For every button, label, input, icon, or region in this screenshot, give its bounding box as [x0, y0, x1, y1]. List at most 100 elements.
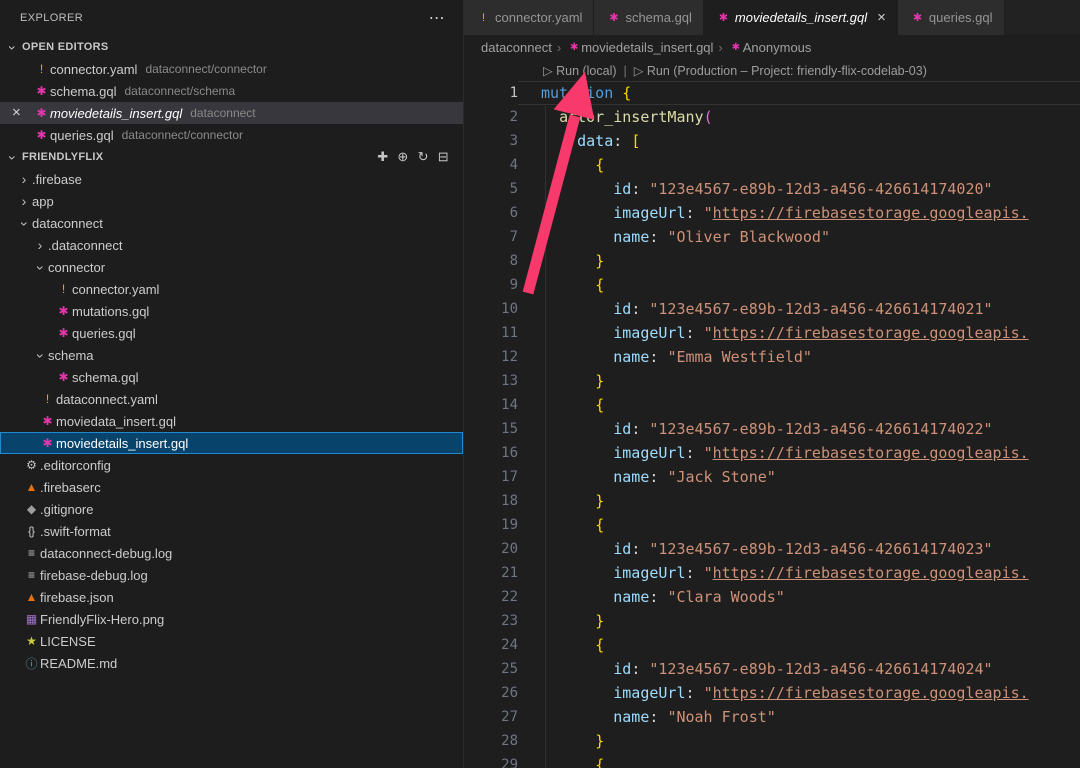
tab-moviedetails_insert.gql[interactable]: ✱moviedetails_insert.gql× [704, 0, 898, 35]
code-editor[interactable]: 1mutation {2 actor_insertMany(3 data: [4… [464, 81, 1080, 768]
code-line[interactable]: 12 name: "Emma Westfield" [464, 345, 1080, 369]
tree-file-FriendlyFlix-Hero.png[interactable]: ▦FriendlyFlix-Hero.png [0, 608, 463, 630]
tree-file-LICENSE[interactable]: ★LICENSE [0, 630, 463, 652]
code-line[interactable]: 23 } [464, 609, 1080, 633]
code-line[interactable]: 25 id: "123e4567-e89b-12d3-a456-42661417… [464, 657, 1080, 681]
open-editor-item-moviedetails_insert.gql[interactable]: ×✱moviedetails_insert.gqldataconnect [0, 102, 463, 124]
file-name: .firebase [32, 172, 82, 187]
code-line[interactable]: 13 } [464, 369, 1080, 393]
code-line[interactable]: 16 imageUrl: "https://firebasestorage.go… [464, 441, 1080, 465]
code-line[interactable]: 19 { [464, 513, 1080, 537]
code-line[interactable]: 22 name: "Clara Woods" [464, 585, 1080, 609]
code-line[interactable]: 27 name: "Noah Frost" [464, 705, 1080, 729]
file-name: connector.yaml [50, 62, 137, 77]
tree-file-moviedetails_insert.gql[interactable]: ✱moviedetails_insert.gql [0, 432, 463, 454]
chevron-right-icon: › [16, 193, 32, 209]
line-number: 24 [464, 633, 518, 657]
code-line[interactable]: 26 imageUrl: "https://firebasestorage.go… [464, 681, 1080, 705]
project-section-header[interactable]: › FRIENDLYFLIX ✚⊕↻⊟ [0, 146, 463, 168]
code-line[interactable]: 7 name: "Oliver Blackwood" [464, 225, 1080, 249]
tab-connector.yaml[interactable]: !connector.yaml [464, 0, 594, 35]
close-icon[interactable]: × [12, 103, 32, 123]
file-path: dataconnect/connector [122, 128, 243, 142]
close-icon[interactable]: × [877, 9, 886, 26]
open-editor-item-queries.gql[interactable]: ✱queries.gqldataconnect/connector [0, 124, 463, 146]
code-line[interactable]: 18 } [464, 489, 1080, 513]
open-editor-item-connector.yaml[interactable]: !connector.yamldataconnect/connector [0, 58, 463, 80]
line-text: } [518, 729, 1080, 753]
tree-file-schema.gql[interactable]: ✱schema.gql [0, 366, 463, 388]
tree-file-.swift-format[interactable]: {}.swift-format [0, 520, 463, 542]
line-text: { [518, 153, 1080, 177]
tree-file-firebase.json[interactable]: ▲firebase.json [0, 586, 463, 608]
tree-file-connector.yaml[interactable]: !connector.yaml [0, 278, 463, 300]
code-line[interactable]: 6 imageUrl: "https://firebasestorage.goo… [464, 201, 1080, 225]
open-editor-item-schema.gql[interactable]: ✱schema.gqldataconnect/schema [0, 80, 463, 102]
tree-folder-app[interactable]: ›app [0, 190, 463, 212]
code-line[interactable]: 10 id: "123e4567-e89b-12d3-a456-42661417… [464, 297, 1080, 321]
open-editors-list: !connector.yamldataconnect/connector✱sch… [0, 58, 463, 146]
gear-icon: ⚙ [22, 458, 40, 472]
breadcrumb-item-dataconnect[interactable]: dataconnect [481, 40, 552, 55]
run-production-action[interactable]: ▷ Run (Production – Project: friendly-fl… [634, 64, 927, 78]
code-line[interactable]: 9 { [464, 273, 1080, 297]
new-folder-icon[interactable]: ⊕ [397, 149, 408, 165]
breadcrumb-item-Anonymous[interactable]: ✱Anonymous [728, 40, 812, 55]
line-text: { [518, 393, 1080, 417]
line-text: id: "123e4567-e89b-12d3-a456-42661417402… [518, 297, 1080, 321]
tab-queries.gql[interactable]: ✱queries.gql [898, 0, 1005, 35]
tree-file-mutations.gql[interactable]: ✱mutations.gql [0, 300, 463, 322]
tree-folder-connector[interactable]: ›connector [0, 256, 463, 278]
collapse-all-icon[interactable]: ⊟ [438, 149, 449, 165]
line-text: { [518, 513, 1080, 537]
file-name: firebase-debug.log [40, 568, 148, 583]
breadcrumb-label: Anonymous [743, 40, 812, 55]
tree-file-queries.gql[interactable]: ✱queries.gql [0, 322, 463, 344]
tree-folder-.firebase[interactable]: ›.firebase [0, 168, 463, 190]
tree-file-dataconnect.yaml[interactable]: !dataconnect.yaml [0, 388, 463, 410]
file-name: moviedata_insert.gql [56, 414, 176, 429]
tree-file-.gitignore[interactable]: ◆.gitignore [0, 498, 463, 520]
tree-folder-.dataconnect[interactable]: ›.dataconnect [0, 234, 463, 256]
line-number: 8 [464, 249, 518, 273]
warning-icon: ! [32, 62, 50, 76]
code-line[interactable]: 11 imageUrl: "https://firebasestorage.go… [464, 321, 1080, 345]
codelens-separator: | [624, 64, 627, 78]
tree-folder-schema[interactable]: ›schema [0, 344, 463, 366]
more-actions-icon[interactable]: ⋯ [429, 8, 445, 28]
line-number: 4 [464, 153, 518, 177]
tree-file-firebase-debug.log[interactable]: ≡firebase-debug.log [0, 564, 463, 586]
line-number: 21 [464, 561, 518, 585]
tree-folder-dataconnect[interactable]: ›dataconnect [0, 212, 463, 234]
code-line[interactable]: 5 id: "123e4567-e89b-12d3-a456-426614174… [464, 177, 1080, 201]
code-line[interactable]: 24 { [464, 633, 1080, 657]
graphql-icon: ✱ [54, 326, 72, 340]
code-line[interactable]: 3 data: [ [464, 129, 1080, 153]
chevron-right-icon: › [32, 237, 48, 253]
code-line[interactable]: 14 { [464, 393, 1080, 417]
code-line[interactable]: 29 { [464, 753, 1080, 768]
code-line[interactable]: 1mutation { [464, 81, 1080, 105]
breadcrumb-item-moviedetails_insert.gql[interactable]: ✱moviedetails_insert.gql [566, 40, 713, 55]
open-editors-header[interactable]: › OPEN EDITORS [0, 36, 463, 58]
tree-file-dataconnect-debug.log[interactable]: ≡dataconnect-debug.log [0, 542, 463, 564]
tree-file-.firebaserc[interactable]: ▲.firebaserc [0, 476, 463, 498]
code-line[interactable]: 15 id: "123e4567-e89b-12d3-a456-42661417… [464, 417, 1080, 441]
tree-file-README.md[interactable]: ⓘREADME.md [0, 652, 463, 674]
code-line[interactable]: 28 } [464, 729, 1080, 753]
code-line[interactable]: 4 { [464, 153, 1080, 177]
code-line[interactable]: 21 imageUrl: "https://firebasestorage.go… [464, 561, 1080, 585]
refresh-icon[interactable]: ↻ [418, 149, 429, 165]
code-line[interactable]: 2 actor_insertMany( [464, 105, 1080, 129]
code-line[interactable]: 20 id: "123e4567-e89b-12d3-a456-42661417… [464, 537, 1080, 561]
run-local-action[interactable]: ▷ Run (local) [543, 64, 617, 78]
new-file-icon[interactable]: ✚ [377, 149, 388, 165]
tree-file-.editorconfig[interactable]: ⚙.editorconfig [0, 454, 463, 476]
file-name: app [32, 194, 54, 209]
open-editors-label: OPEN EDITORS [22, 41, 109, 53]
tab-schema.gql[interactable]: ✱schema.gql [594, 0, 703, 35]
code-line[interactable]: 8 } [464, 249, 1080, 273]
line-number: 3 [464, 129, 518, 153]
code-line[interactable]: 17 name: "Jack Stone" [464, 465, 1080, 489]
tree-file-moviedata_insert.gql[interactable]: ✱moviedata_insert.gql [0, 410, 463, 432]
